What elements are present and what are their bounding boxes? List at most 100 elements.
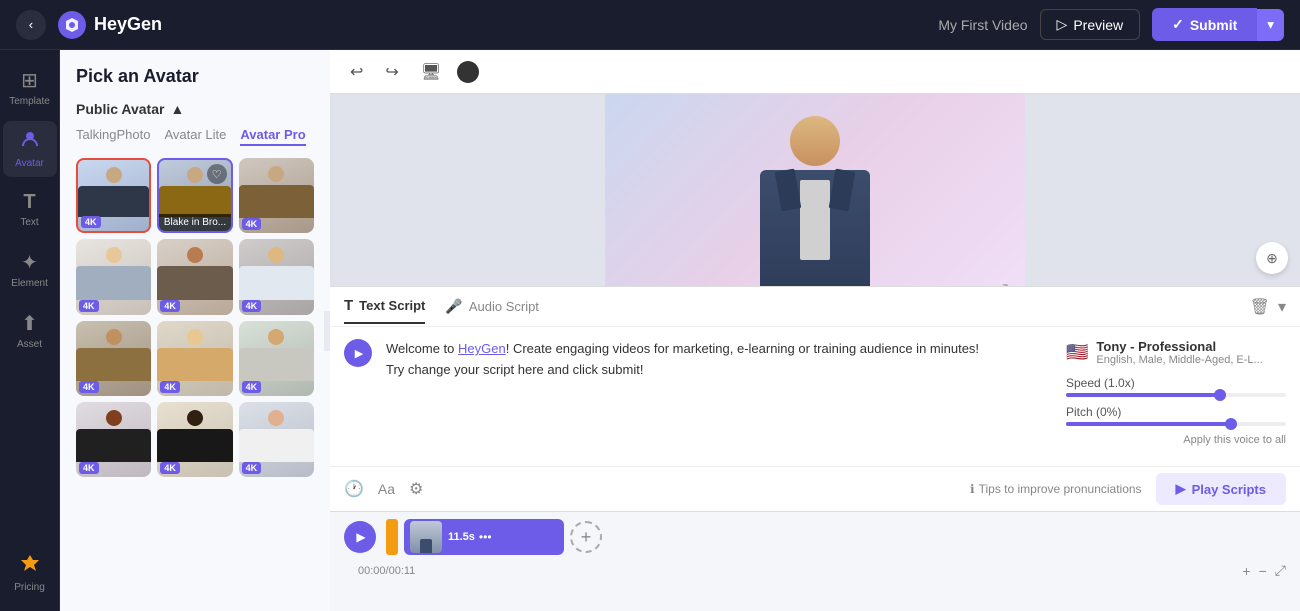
collapse-script-button[interactable]: ▾ (1278, 297, 1286, 317)
submit-dropdown-button[interactable]: ▾ (1257, 9, 1284, 41)
apply-voice-link[interactable]: Apply this voice to all (1066, 434, 1286, 446)
panel-collapse-button[interactable]: › (324, 311, 330, 351)
tab-text-script[interactable]: T Text Script (344, 289, 425, 324)
main-area: ⊞ Template Avatar T Text ✦ Element ⬆ Ass… (0, 50, 1300, 611)
avatar-card-5[interactable]: 4K (157, 239, 232, 314)
avatar-badge-5: 4K (160, 300, 180, 312)
tab-avatar-pro[interactable]: Avatar Pro (240, 127, 305, 146)
avatar-heart-2[interactable]: ♡ (207, 164, 227, 184)
script-text-area[interactable]: Welcome to HeyGen! Create engaging video… (386, 339, 1052, 454)
pitch-slider[interactable] (1066, 422, 1286, 426)
timeline-time: 00:00/00:11 (344, 563, 429, 579)
redo-button[interactable]: ↪ (379, 58, 404, 86)
avatar-grid: 4K ♡ Blake in Bro... 4K (76, 158, 314, 477)
avatar-card-9[interactable]: 4K (239, 321, 314, 396)
clock-icon[interactable]: 🕐 (344, 479, 364, 499)
play-scripts-label: Play Scripts (1192, 482, 1266, 497)
submit-button[interactable]: ✓ Submit (1152, 8, 1257, 41)
top-nav: ‹ HeyGen My First Video ▷ Preview ✓ Subm… (0, 0, 1300, 50)
script-tabs: T Text Script 🎤 Audio Script 🗑 ▾ (330, 287, 1300, 327)
chevron-up-icon: ▲ (170, 101, 184, 117)
tips-label: Tips to improve pronunciations (979, 482, 1142, 496)
avatar-badge-11: 4K (160, 462, 180, 474)
avatar-card-4[interactable]: 4K (76, 239, 151, 314)
text-script-label: Text Script (359, 298, 425, 313)
avatar-card-12[interactable]: 4K (239, 402, 314, 477)
zoom-button[interactable]: ⊕ (1256, 242, 1288, 274)
avatar-card-3[interactable]: 4K (239, 158, 314, 233)
timeline-zoom-in[interactable]: + (1242, 562, 1250, 579)
avatar-badge-1: 4K (81, 216, 101, 228)
avatar-card-8[interactable]: 4K (157, 321, 232, 396)
undo-button[interactable]: ↩ (344, 58, 369, 86)
tab-audio-script[interactable]: 🎤 Audio Script (445, 290, 539, 323)
video-preview: ↻ (605, 94, 1025, 286)
nav-right: My First Video ▷ Preview ✓ Submit ▾ (938, 8, 1284, 41)
chevron-down-icon: ▾ (1267, 17, 1274, 32)
back-button[interactable]: ‹ (16, 10, 46, 40)
audio-script-label: Audio Script (469, 299, 539, 314)
clip-duration: 11.5s (448, 531, 475, 543)
color-selector[interactable] (457, 61, 479, 83)
timeline-area: ▶ 11.5s ••• + (330, 511, 1300, 611)
refresh-icon[interactable]: ↻ (1002, 280, 1015, 286)
sidebar-item-template[interactable]: ⊞ Template (3, 60, 57, 115)
sidebar-item-asset[interactable]: ⬆ Asset (3, 303, 57, 358)
monitor-button[interactable]: 🖥 (415, 58, 447, 86)
avatar-panel-title: Pick an Avatar (76, 66, 314, 87)
delete-script-button[interactable]: 🗑 (1250, 297, 1270, 317)
avatar-badge-6: 4K (242, 300, 262, 312)
tips-link[interactable]: ℹ Tips to improve pronunciations (970, 482, 1142, 496)
public-avatar-section[interactable]: Public Avatar ▲ (76, 101, 314, 117)
voice-panel: 🇺🇸 Tony - Professional English, Male, Mi… (1066, 339, 1286, 454)
translate-icon[interactable]: Aa (378, 481, 395, 497)
timeline-clip-1[interactable]: 11.5s ••• (404, 519, 564, 555)
tab-talking-photo[interactable]: TalkingPhoto (76, 127, 150, 146)
avatar-card-6[interactable]: 4K (239, 239, 314, 314)
submit-label: Submit (1190, 17, 1237, 33)
preview-button[interactable]: ▷ Preview (1040, 9, 1141, 40)
sidebar-item-pricing[interactable]: Pricing (3, 545, 57, 601)
timeline-play-icon: ▶ (356, 530, 365, 544)
settings-icon[interactable]: ⚙ (409, 479, 423, 499)
voice-desc: English, Male, Middle-Aged, E-L... (1096, 354, 1262, 366)
sidebar-item-text[interactable]: T Text (3, 183, 57, 236)
timeline-zoom-out[interactable]: − (1259, 562, 1267, 579)
heygen-logo: HeyGen (58, 11, 162, 39)
audio-script-icon: 🎤 (445, 298, 462, 315)
text-icon: T (23, 191, 35, 214)
avatar-card-1[interactable]: 4K (76, 158, 151, 233)
play-scripts-button[interactable]: ▶ Play Scripts (1156, 473, 1286, 505)
timeline-expand[interactable]: ⤢ (1275, 562, 1286, 579)
avatar-badge-9: 4K (242, 381, 262, 393)
avatar-card-7[interactable]: 4K (76, 321, 151, 396)
speed-slider[interactable] (1066, 393, 1286, 397)
canvas-content: ↻ ⊕ (330, 94, 1300, 286)
sidebar-asset-label: Asset (17, 339, 42, 350)
avatar-card-11[interactable]: 4K (157, 402, 232, 477)
heygen-link[interactable]: HeyGen (458, 341, 506, 356)
tab-avatar-lite[interactable]: Avatar Lite (164, 127, 226, 146)
pricing-icon (20, 553, 40, 579)
asset-icon: ⬆ (21, 311, 38, 336)
avatar-card-2[interactable]: ♡ Blake in Bro... (157, 158, 232, 233)
template-icon: ⊞ (21, 68, 38, 93)
script-play-button[interactable]: ▶ (344, 339, 372, 367)
avatar-badge-3: 4K (242, 218, 262, 230)
heygen-logo-icon (58, 11, 86, 39)
sidebar-element-label: Element (11, 278, 48, 289)
sidebar-item-element[interactable]: ✦ Element (3, 242, 57, 297)
project-name: My First Video (938, 17, 1027, 33)
voice-speed-control: Speed (1.0x) (1066, 376, 1286, 397)
app-title: HeyGen (94, 14, 162, 35)
zoom-icon: ⊕ (1266, 250, 1278, 267)
voice-pitch-control: Pitch (0%) (1066, 405, 1286, 426)
avatar-card-10[interactable]: 4K (76, 402, 151, 477)
sidebar-icons: ⊞ Template Avatar T Text ✦ Element ⬆ Ass… (0, 50, 60, 611)
sidebar-item-avatar[interactable]: Avatar (3, 121, 57, 177)
add-scene-button[interactable]: + (570, 521, 602, 553)
avatar-badge-7: 4K (79, 381, 99, 393)
clip-menu-button[interactable]: ••• (479, 530, 492, 544)
timeline-play-button[interactable]: ▶ (344, 521, 376, 553)
script-content: ▶ Welcome to HeyGen! Create engaging vid… (330, 327, 1300, 466)
